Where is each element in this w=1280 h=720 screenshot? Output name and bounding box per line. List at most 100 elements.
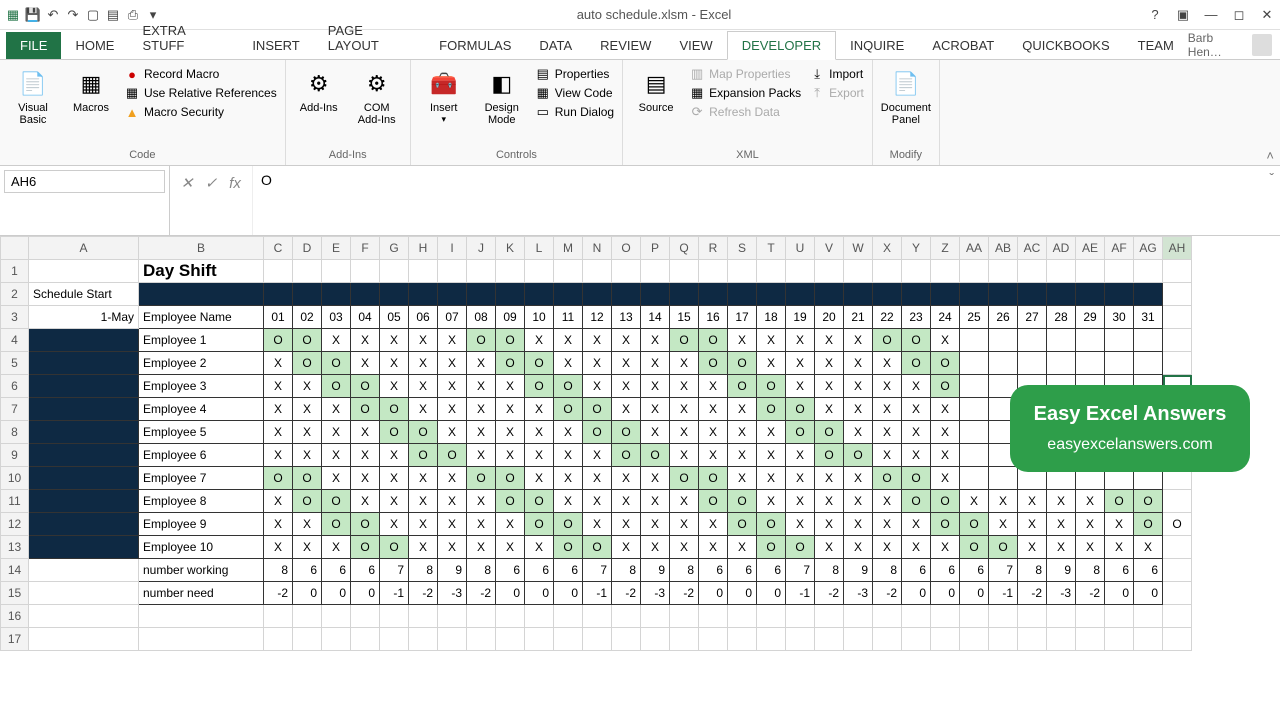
num-need[interactable]: -2 <box>1076 582 1105 605</box>
day-01[interactable]: 01 <box>264 306 293 329</box>
sched-cell[interactable]: X <box>873 536 902 559</box>
sched-cell[interactable]: X <box>322 467 351 490</box>
col-header-W[interactable]: W <box>844 237 873 260</box>
num-need[interactable]: -2 <box>873 582 902 605</box>
sched-cell[interactable]: X <box>380 444 409 467</box>
sched-cell[interactable]: X <box>641 536 670 559</box>
num-working[interactable]: 9 <box>641 559 670 582</box>
sched-cell[interactable]: X <box>931 398 960 421</box>
cell[interactable] <box>641 260 670 283</box>
cell[interactable] <box>728 283 757 306</box>
day-14[interactable]: 14 <box>641 306 670 329</box>
sched-cell[interactable]: O <box>728 490 757 513</box>
sched-cell[interactable]: X <box>931 444 960 467</box>
sched-cell[interactable]: X <box>815 513 844 536</box>
cell[interactable] <box>139 628 264 651</box>
num-working[interactable]: 6 <box>931 559 960 582</box>
num-need[interactable]: 0 <box>322 582 351 605</box>
sched-cell[interactable]: X <box>960 490 989 513</box>
sched-cell[interactable]: X <box>583 513 612 536</box>
user-area[interactable]: Barb Hen… <box>1188 31 1280 59</box>
cell[interactable] <box>29 467 139 490</box>
num-working[interactable]: 6 <box>1134 559 1163 582</box>
num-working[interactable]: 8 <box>1018 559 1047 582</box>
sched-cell[interactable]: X <box>467 352 496 375</box>
sched-cell[interactable]: X <box>670 513 699 536</box>
cell-AH5[interactable] <box>1163 352 1192 375</box>
sched-cell[interactable]: O <box>931 375 960 398</box>
col-header-L[interactable]: L <box>525 237 554 260</box>
sched-cell[interactable]: X <box>351 329 380 352</box>
cell[interactable] <box>1018 283 1047 306</box>
sched-cell[interactable]: X <box>902 421 931 444</box>
sched-cell[interactable]: O <box>786 398 815 421</box>
cell[interactable] <box>931 628 960 651</box>
cell[interactable] <box>1076 628 1105 651</box>
sched-cell[interactable]: X <box>496 421 525 444</box>
cell[interactable] <box>815 260 844 283</box>
redo-icon[interactable]: ↷ <box>64 6 82 24</box>
cell[interactable] <box>380 283 409 306</box>
cell[interactable] <box>1076 283 1105 306</box>
sched-cell[interactable]: X <box>612 536 641 559</box>
minimize-icon[interactable]: — <box>1202 6 1220 24</box>
sched-cell[interactable]: O <box>902 329 931 352</box>
col-header-J[interactable]: J <box>467 237 496 260</box>
sched-cell[interactable]: X <box>264 444 293 467</box>
sched-cell[interactable]: X <box>902 444 931 467</box>
num-need[interactable]: 0 <box>931 582 960 605</box>
sched-cell[interactable]: X <box>467 398 496 421</box>
tab-extra-stuff[interactable]: extra stuff <box>128 17 238 59</box>
sched-cell[interactable]: O <box>496 467 525 490</box>
day-06[interactable]: 06 <box>409 306 438 329</box>
sched-cell[interactable] <box>1076 352 1105 375</box>
col-header-Y[interactable]: Y <box>902 237 931 260</box>
num-working[interactable]: 9 <box>438 559 467 582</box>
cell[interactable] <box>583 283 612 306</box>
day-19[interactable]: 19 <box>786 306 815 329</box>
sched-cell[interactable]: O <box>1134 513 1163 536</box>
day-03[interactable]: 03 <box>322 306 351 329</box>
cell[interactable] <box>1105 260 1134 283</box>
cell[interactable] <box>612 628 641 651</box>
cell[interactable] <box>467 628 496 651</box>
col-header-I[interactable]: I <box>438 237 467 260</box>
day-16[interactable]: 16 <box>699 306 728 329</box>
sched-cell[interactable]: X <box>438 490 467 513</box>
num-need[interactable]: 0 <box>293 582 322 605</box>
cell[interactable] <box>844 283 873 306</box>
sched-cell[interactable]: O <box>293 467 322 490</box>
cell-AH13[interactable] <box>1163 536 1192 559</box>
day-29[interactable]: 29 <box>1076 306 1105 329</box>
col-header-Q[interactable]: Q <box>670 237 699 260</box>
col-header-AG[interactable]: AG <box>1134 237 1163 260</box>
sched-cell[interactable]: X <box>931 467 960 490</box>
cell[interactable] <box>1018 605 1047 628</box>
num-need[interactable]: 0 <box>496 582 525 605</box>
sched-cell[interactable] <box>960 398 989 421</box>
tab-home[interactable]: HOME <box>61 32 128 59</box>
sched-cell[interactable]: X <box>264 421 293 444</box>
sched-cell[interactable]: X <box>670 536 699 559</box>
day-shift-title[interactable]: Day Shift <box>139 260 264 283</box>
num-need[interactable]: -2 <box>409 582 438 605</box>
sched-cell[interactable] <box>1076 329 1105 352</box>
sched-cell[interactable]: O <box>322 352 351 375</box>
sched-cell[interactable]: X <box>641 467 670 490</box>
sched-cell[interactable]: X <box>554 444 583 467</box>
sched-cell[interactable]: O <box>351 398 380 421</box>
sched-cell[interactable]: X <box>844 375 873 398</box>
day-02[interactable]: 02 <box>293 306 322 329</box>
col-header-AD[interactable]: AD <box>1047 237 1076 260</box>
cell[interactable] <box>931 283 960 306</box>
row-header-5[interactable]: 5 <box>1 352 29 375</box>
sched-cell[interactable]: X <box>815 352 844 375</box>
sched-cell[interactable]: X <box>496 398 525 421</box>
cell[interactable] <box>496 260 525 283</box>
sched-cell[interactable]: X <box>786 490 815 513</box>
sched-cell[interactable]: X <box>409 467 438 490</box>
undo-icon[interactable]: ↶ <box>44 6 62 24</box>
sched-cell[interactable]: O <box>264 467 293 490</box>
cell[interactable] <box>525 628 554 651</box>
num-need[interactable]: 0 <box>699 582 728 605</box>
